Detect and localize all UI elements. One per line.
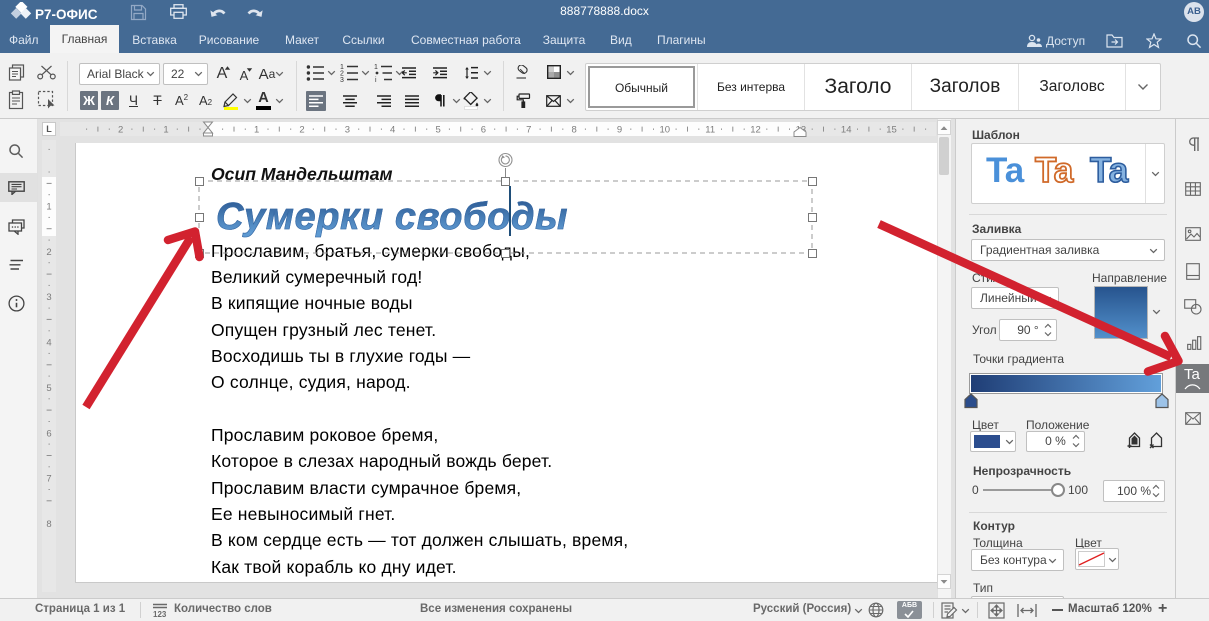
svg-text:6: 6 [46, 428, 51, 439]
svg-text:5: 5 [435, 125, 440, 136]
svg-text:12: 12 [750, 125, 761, 136]
svg-text:10: 10 [660, 125, 671, 136]
svg-text:8: 8 [571, 125, 576, 136]
svg-text:2: 2 [118, 125, 123, 136]
svg-text:2: 2 [46, 247, 51, 258]
svg-text:7: 7 [46, 474, 51, 485]
svg-text:1: 1 [163, 125, 168, 136]
svg-text:4: 4 [390, 125, 395, 136]
svg-text:8: 8 [46, 519, 51, 530]
svg-text:11: 11 [705, 125, 715, 136]
svg-text:5: 5 [46, 383, 51, 394]
svg-text:i: i [375, 77, 377, 82]
svg-text:1: 1 [254, 125, 259, 136]
svg-text:3: 3 [46, 292, 51, 303]
svg-text:14: 14 [841, 125, 852, 136]
svg-text:15: 15 [886, 125, 897, 136]
svg-text:3: 3 [345, 125, 350, 136]
svg-text:4: 4 [46, 338, 51, 349]
svg-text:1: 1 [374, 64, 378, 71]
svg-text:6: 6 [481, 125, 486, 136]
svg-text:9: 9 [617, 125, 622, 136]
svg-text:123: 123 [153, 610, 167, 618]
svg-text:1: 1 [46, 202, 51, 213]
svg-text:7: 7 [526, 125, 531, 136]
svg-text:3: 3 [340, 77, 344, 82]
svg-text:2: 2 [299, 125, 304, 136]
